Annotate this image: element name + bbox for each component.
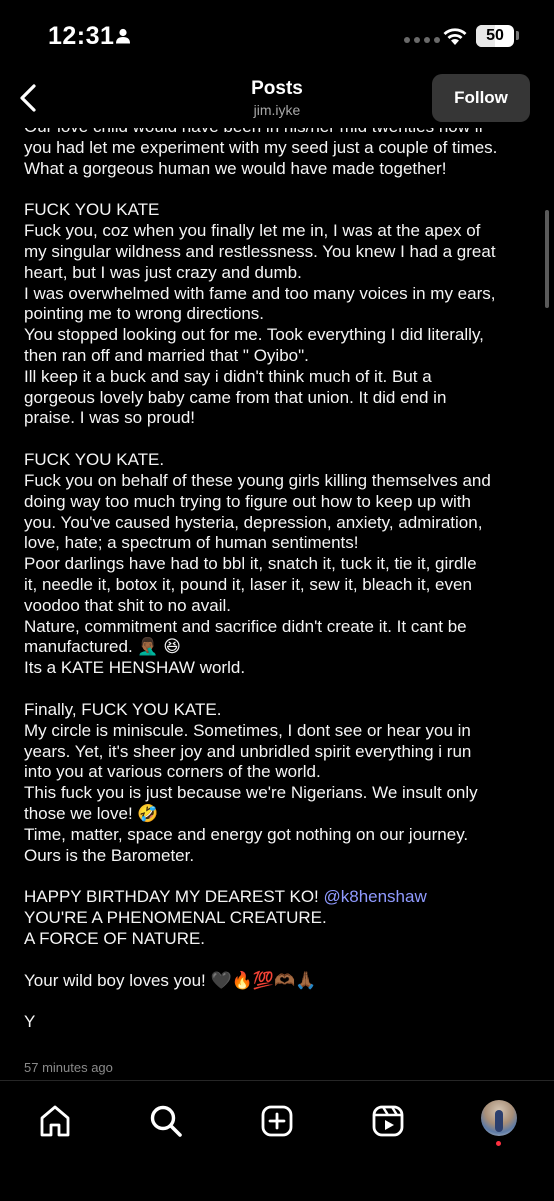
caption-line: What a gorgeous human we would have made… bbox=[24, 158, 447, 178]
scrollbar[interactable] bbox=[545, 210, 549, 308]
status-bar: 12:31 50 bbox=[0, 0, 554, 70]
caption-line: Time, matter, space and energy got nothi… bbox=[24, 824, 469, 844]
caption-line: it, needle it, botox it, pound it, laser… bbox=[24, 574, 472, 594]
bottom-navigation bbox=[0, 1080, 554, 1201]
nav-create[interactable] bbox=[255, 1099, 299, 1143]
caption-line: heart, but I was just crazy and dumb. bbox=[24, 262, 302, 282]
caption-line: praise. I was so proud! bbox=[24, 408, 196, 428]
status-time: 12:31 bbox=[48, 22, 115, 50]
nav-home[interactable] bbox=[33, 1099, 77, 1143]
caption-line: Fuck you on behalf of these young girls … bbox=[24, 470, 491, 490]
caption-line: Y bbox=[24, 1012, 36, 1032]
notification-dot bbox=[496, 1141, 501, 1146]
caption-line: HAPPY BIRTHDAY MY DEAREST KO! bbox=[24, 887, 324, 907]
battery-icon: 50 bbox=[476, 25, 514, 47]
caption-line: my singular wildness and restlessness. Y… bbox=[24, 241, 496, 261]
caption-line: those we love! 🤣 bbox=[24, 803, 159, 823]
caption-line: Your wild boy loves you! 🖤🔥💯🫶🏾🙏🏾 bbox=[24, 970, 317, 990]
caption-line: FUCK YOU KATE bbox=[24, 200, 160, 220]
caption-line: pointing me to wrong directions. bbox=[24, 304, 265, 324]
caption-line: you. You've caused hysteria, depression,… bbox=[24, 512, 483, 532]
birthday-line: HAPPY BIRTHDAY MY DEAREST KO! @k8henshaw bbox=[24, 887, 536, 908]
caption-line: into you at various corners of the world… bbox=[24, 762, 321, 782]
caption-line: gorgeous lovely baby came from that unio… bbox=[24, 387, 447, 407]
nav-search[interactable] bbox=[144, 1099, 188, 1143]
cellular-signal-icon bbox=[404, 37, 440, 43]
caption-line: Ours is the Barometer. bbox=[24, 845, 195, 865]
caption-line: My circle is miniscule. Sometimes, I don… bbox=[24, 720, 471, 740]
follow-button[interactable]: Follow bbox=[432, 74, 530, 122]
caption-line: manufactured. 🤦🏾‍♂️ 😆 bbox=[24, 637, 182, 657]
wifi-icon bbox=[443, 28, 467, 45]
battery-level: 50 bbox=[486, 27, 504, 44]
caption-line: then ran off and married that " Oyibo". bbox=[24, 345, 309, 365]
search-icon bbox=[150, 1105, 182, 1137]
caption-line: YOU'RE A PHENOMENAL CREATURE. bbox=[24, 908, 327, 928]
nav-profile-avatar[interactable] bbox=[481, 1100, 517, 1136]
caption-line: Nature, commitment and sacrifice didn't … bbox=[24, 616, 467, 636]
caption-line: Fuck you, coz when you finally let me in… bbox=[24, 221, 481, 241]
mention-link[interactable]: @k8henshaw bbox=[323, 887, 426, 906]
caption-line: years. Yet, it's sheer joy and unbridled… bbox=[24, 741, 472, 761]
caption-line: A FORCE OF NATURE. bbox=[24, 928, 206, 948]
battery-cap bbox=[516, 31, 519, 40]
post-caption-area[interactable]: Our love child would have been in his/he… bbox=[0, 128, 554, 1080]
caption-line: voodoo that shit to no avail. bbox=[24, 595, 231, 615]
caption-line: doing way too much trying to figure out … bbox=[24, 491, 471, 511]
caption-line: love, hate; a spectrum of human sentimen… bbox=[24, 533, 359, 553]
caption-line: Its a KATE HENSHAW world. bbox=[24, 658, 246, 678]
caption-line: I was overwhelmed with fame and too many… bbox=[24, 283, 496, 303]
create-post-icon bbox=[261, 1105, 293, 1137]
post-timestamp: 57 minutes ago bbox=[24, 1060, 113, 1076]
post-header: Posts jim.iyke Follow bbox=[0, 70, 554, 128]
caption-line: Our love child would have been in his/he… bbox=[24, 128, 536, 138]
post-caption: Our love child would have been in his/he… bbox=[24, 128, 536, 1079]
caption-line: Finally, FUCK YOU KATE. bbox=[24, 699, 222, 719]
person-icon bbox=[116, 28, 130, 44]
caption-line: FUCK YOU KATE. bbox=[24, 450, 165, 470]
nav-reels[interactable] bbox=[366, 1099, 410, 1143]
caption-line: This fuck you is just because we're Nige… bbox=[24, 783, 478, 803]
caption-line: Poor darlings have had to bbl it, snatch… bbox=[24, 554, 477, 574]
reels-icon bbox=[372, 1105, 404, 1137]
home-icon bbox=[40, 1105, 70, 1137]
caption-line: You stopped looking out for me. Took eve… bbox=[24, 325, 484, 345]
caption-line: Ill keep it a buck and say i didn't thin… bbox=[24, 366, 432, 386]
caption-line: you had let me experiment with my seed j… bbox=[24, 137, 498, 157]
